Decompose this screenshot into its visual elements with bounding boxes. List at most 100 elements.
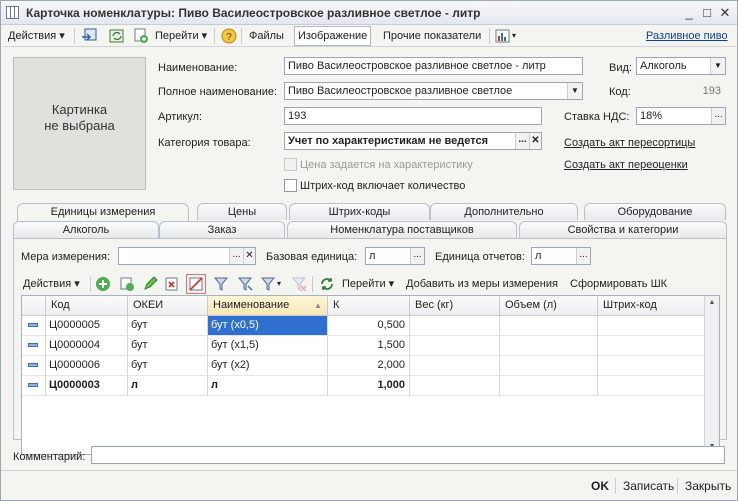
tab-equipment[interactable]: Оборудование bbox=[584, 203, 726, 220]
mark-deletion-icon[interactable] bbox=[186, 274, 206, 294]
table-cell[interactable]: 1,000 bbox=[328, 376, 410, 396]
add-from-measure-button[interactable]: Добавить из меры измерения bbox=[406, 276, 558, 292]
scroll-up-icon[interactable]: ▲ bbox=[705, 296, 719, 310]
vertical-scrollbar[interactable]: ▲ ▼ bbox=[704, 296, 719, 454]
table-cell[interactable]: 1,500 bbox=[328, 336, 410, 356]
row-status-icon[interactable] bbox=[22, 336, 46, 356]
table-cell[interactable] bbox=[410, 376, 500, 396]
refresh-icon[interactable] bbox=[319, 276, 335, 292]
comment-field[interactable] bbox=[91, 446, 725, 464]
chevron-down-icon[interactable]: ▾ bbox=[277, 276, 281, 292]
article-field[interactable]: 193 bbox=[284, 107, 542, 125]
clear-icon[interactable]: ✕ bbox=[529, 133, 541, 149]
save-and-close-icon[interactable] bbox=[81, 28, 97, 44]
add-icon[interactable] bbox=[95, 276, 111, 292]
table-cell[interactable]: 0,500 bbox=[328, 316, 410, 336]
create-resort-link[interactable]: Создать акт пересортицы bbox=[564, 136, 695, 150]
copy-icon[interactable] bbox=[133, 28, 149, 44]
create-reval-link[interactable]: Создать акт переоценки bbox=[564, 158, 688, 172]
image-button[interactable]: Изображение bbox=[294, 26, 372, 46]
grid-actions-menu[interactable]: Действия ▾ bbox=[23, 276, 80, 292]
actions-menu[interactable]: Действия ▾ bbox=[8, 28, 65, 44]
full-name-field[interactable]: Пиво Василеостровское разливное светлое ▼ bbox=[284, 82, 583, 100]
picture-placeholder[interactable]: Картинка не выбрана bbox=[13, 57, 146, 190]
tab-barcodes[interactable]: Штрих-коды bbox=[289, 203, 430, 220]
refresh-icon[interactable] bbox=[109, 28, 125, 44]
table-cell[interactable]: бут bbox=[128, 356, 208, 376]
table-cell[interactable]: бут (x1,5) bbox=[208, 336, 328, 356]
save-button[interactable]: Записать bbox=[623, 478, 674, 494]
filter-list-icon[interactable] bbox=[260, 276, 276, 292]
report-icon[interactable] bbox=[495, 28, 511, 44]
table-cell[interactable] bbox=[598, 336, 706, 356]
close-window-button[interactable]: ✕ bbox=[717, 5, 733, 21]
table-cell[interactable]: Ц0000004 bbox=[46, 336, 128, 356]
clear-filter-icon[interactable] bbox=[291, 276, 307, 292]
row-status-icon[interactable] bbox=[22, 376, 46, 396]
table-cell[interactable] bbox=[410, 316, 500, 336]
barcode-qty-checkbox[interactable] bbox=[284, 179, 297, 192]
group-link[interactable]: Разливное пиво bbox=[646, 28, 728, 44]
column-header-barcode[interactable]: Штрих-код bbox=[598, 296, 706, 316]
filter-value-icon[interactable] bbox=[237, 276, 253, 292]
select-button[interactable]: ... bbox=[711, 108, 725, 124]
tab-units[interactable]: Единицы измерения bbox=[17, 203, 189, 221]
tab-alcohol[interactable]: Алкоголь bbox=[13, 221, 159, 238]
category-field[interactable]: Учет по характеристикам не ведется... ✕ bbox=[284, 132, 542, 150]
chevron-down-icon[interactable]: ▼ bbox=[567, 83, 582, 99]
chevron-down-icon[interactable]: ▾ bbox=[512, 28, 516, 44]
column-header-okei[interactable]: ОКЕИ bbox=[128, 296, 208, 316]
ok-button[interactable]: OK bbox=[591, 478, 609, 494]
minimize-button[interactable]: _ bbox=[681, 5, 697, 21]
make-barcode-button[interactable]: Сформировать ШК bbox=[570, 276, 667, 292]
select-button[interactable]: ... bbox=[515, 133, 529, 149]
price-by-char-checkbox[interactable] bbox=[284, 158, 297, 171]
table-cell[interactable] bbox=[410, 336, 500, 356]
table-cell[interactable]: л bbox=[208, 376, 328, 396]
name-field[interactable]: Пиво Василеостровское разливное светлое … bbox=[284, 57, 583, 75]
table-cell[interactable] bbox=[598, 356, 706, 376]
table-cell[interactable] bbox=[500, 336, 598, 356]
maximize-button[interactable]: □ bbox=[699, 5, 715, 21]
tab-additional[interactable]: Дополнительно bbox=[430, 203, 578, 220]
column-header-volume[interactable]: Объем (л) bbox=[500, 296, 598, 316]
chevron-down-icon[interactable]: ▼ bbox=[710, 58, 725, 74]
delete-icon[interactable] bbox=[164, 276, 180, 292]
table-cell[interactable]: бут bbox=[128, 336, 208, 356]
measure-field[interactable]: ... ✕ bbox=[118, 247, 256, 265]
edit-icon[interactable] bbox=[142, 276, 158, 292]
table-cell[interactable]: 2,000 bbox=[328, 356, 410, 376]
table-cell[interactable] bbox=[598, 376, 706, 396]
tab-order[interactable]: Заказ bbox=[159, 221, 285, 238]
column-header-k[interactable]: К bbox=[328, 296, 410, 316]
base-unit-field[interactable]: л... bbox=[365, 247, 425, 265]
clear-icon[interactable]: ✕ bbox=[243, 248, 255, 264]
table-cell[interactable] bbox=[410, 356, 500, 376]
vat-field[interactable]: 18%... bbox=[636, 107, 726, 125]
help-icon[interactable]: ? bbox=[221, 28, 237, 44]
other-indicators-button[interactable]: Прочие показатели bbox=[383, 28, 481, 44]
tab-properties[interactable]: Свойства и категории bbox=[519, 221, 727, 238]
select-button[interactable]: ... bbox=[229, 248, 243, 264]
row-status-icon[interactable] bbox=[22, 316, 46, 336]
kind-select[interactable]: Алкоголь ▼ bbox=[636, 57, 726, 75]
table-cell[interactable]: Ц0000005 bbox=[46, 316, 128, 336]
report-unit-field[interactable]: л... bbox=[531, 247, 591, 265]
table-cell[interactable]: бут (x2) bbox=[208, 356, 328, 376]
tab-supplier-items[interactable]: Номенклатура поставщиков bbox=[287, 221, 517, 238]
tab-prices[interactable]: Цены bbox=[197, 203, 287, 220]
close-button[interactable]: Закрыть bbox=[685, 478, 731, 494]
column-header-weight[interactable]: Вес (кг) bbox=[410, 296, 500, 316]
table-cell[interactable] bbox=[500, 356, 598, 376]
table-cell[interactable] bbox=[500, 376, 598, 396]
go-menu[interactable]: Перейти ▾ bbox=[155, 28, 207, 44]
files-button[interactable]: Файлы bbox=[249, 28, 284, 44]
column-header-name[interactable]: Наименование ▲ bbox=[208, 296, 328, 316]
filter-icon[interactable] bbox=[213, 276, 229, 292]
copy-row-icon[interactable] bbox=[119, 276, 135, 292]
table-cell[interactable]: бут bbox=[128, 316, 208, 336]
select-button[interactable]: ... bbox=[410, 248, 424, 264]
table-cell[interactable]: Ц0000003 bbox=[46, 376, 128, 396]
select-button[interactable]: ... bbox=[576, 248, 590, 264]
table-cell[interactable] bbox=[598, 316, 706, 336]
